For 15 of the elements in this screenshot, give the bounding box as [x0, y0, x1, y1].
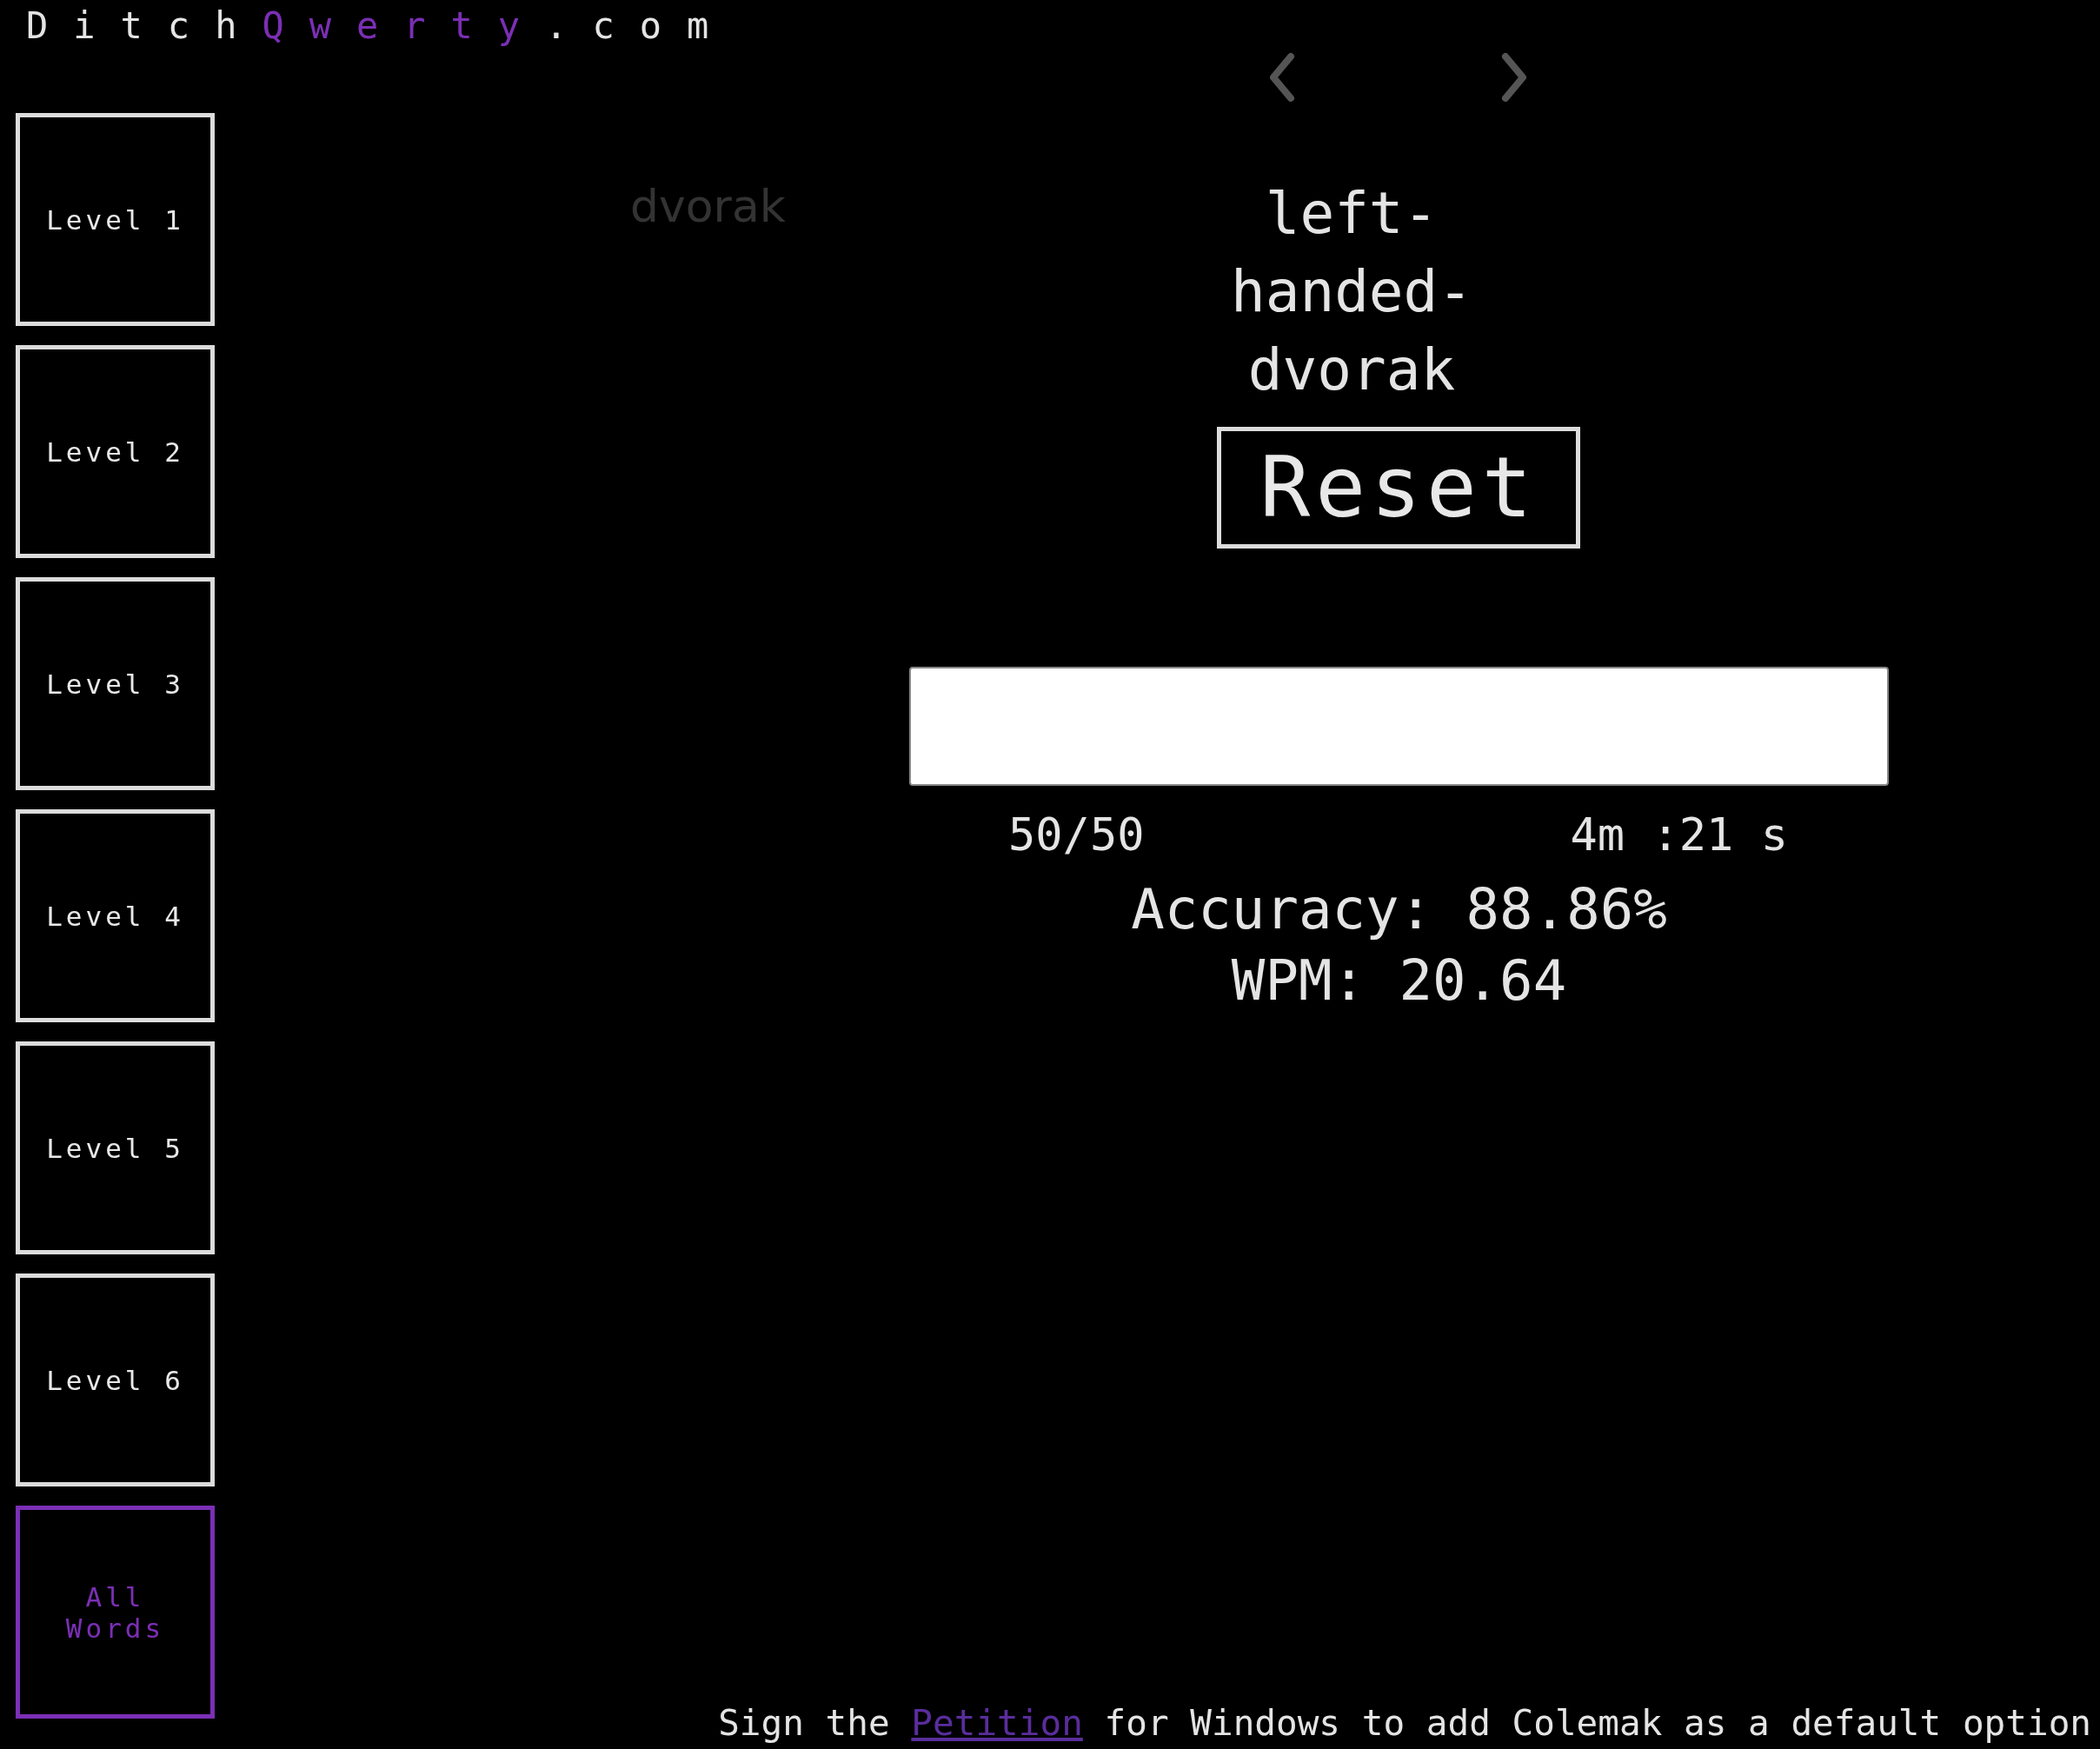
petition-message: Sign the Petition for Windows to add Colemak as a default option	[717, 1702, 2092, 1746]
reset-button[interactable]: Reset	[1217, 427, 1580, 549]
elapsed-time: 4m :21 s	[1570, 808, 1788, 861]
level-button[interactable]: Level 5	[16, 1041, 215, 1254]
level-button[interactable]: Level 3	[16, 577, 215, 790]
site-logo[interactable]: Ditch Qwerty.com	[0, 0, 734, 54]
accuracy-text: Accuracy: 88.86%	[1131, 876, 1667, 943]
level-button[interactable]: Level 2	[16, 345, 215, 558]
level-button[interactable]: Level 4	[16, 809, 215, 1022]
typing-field[interactable]	[909, 667, 1889, 786]
level-button[interactable]: Level 6	[16, 1274, 215, 1486]
word-count: 50/50	[1008, 808, 1145, 861]
layout-title: left-handed-dvorak	[1229, 179, 1474, 405]
level-button[interactable]: Level 1	[16, 113, 215, 326]
wpm-text: WPM: 20.64	[1231, 948, 1567, 1014]
